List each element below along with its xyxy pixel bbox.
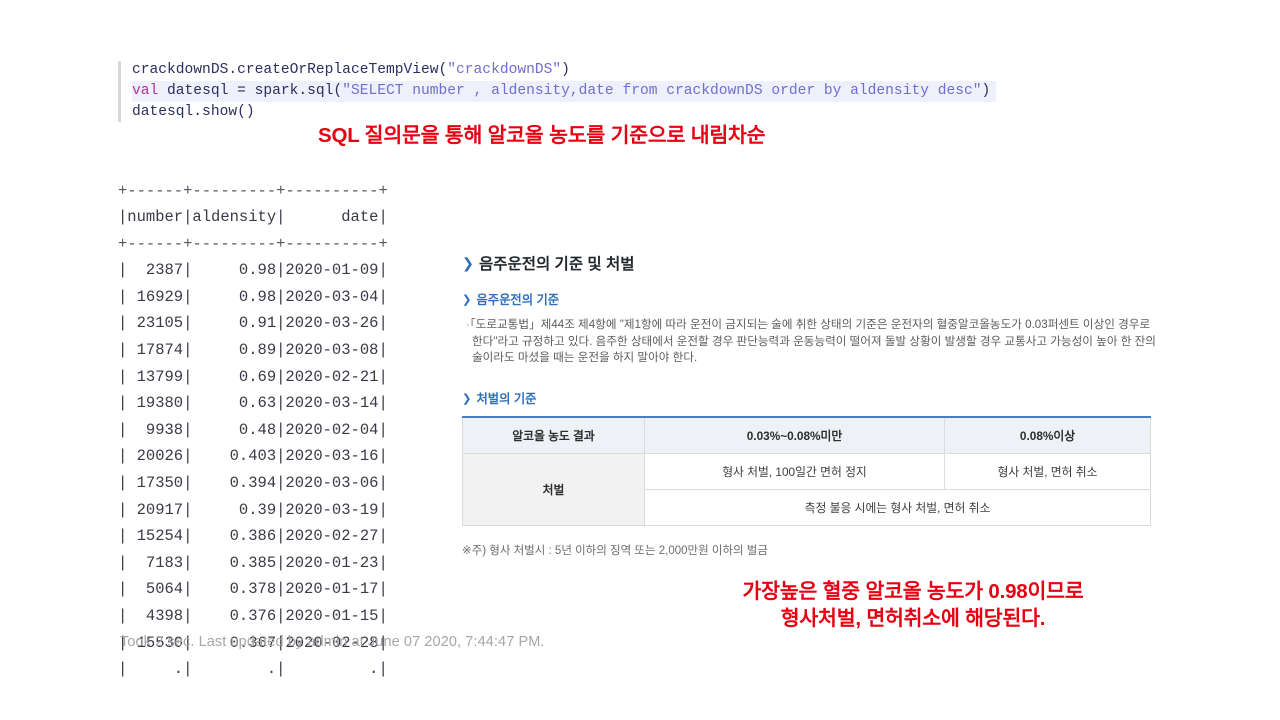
table-cell-penalty-high: 형사 처벌, 면허 취소 — [944, 452, 1151, 490]
query-result-ascii-table: +------+---------+----------+ |number|al… — [118, 178, 388, 683]
execution-status-text: Took 2 sec. Last updated by admin at Jun… — [120, 634, 545, 650]
reference-paragraph: ·「도로교통법」제44조 제4항에 "제1항에 따라 운전이 금지되는 술에 취… — [462, 317, 1156, 367]
reference-paragraph-text: 「도로교통법」제44조 제4항에 "제1항에 따라 운전이 금지되는 술에 취한… — [469, 318, 1156, 365]
ascii-data-row-10: | 15254| 0.386|2020-02-27| — [118, 527, 388, 546]
annotation-bottom: 가장높은 혈중 알코올 농도가 0.98이므로 형사처벌, 면허취소에 해당된다… — [678, 578, 1148, 632]
reference-sub-heading-penalty-label: 처벌의 기준 — [476, 391, 537, 406]
ascii-data-row-5: | 19380| 0.63|2020-03-14| — [118, 394, 388, 413]
ascii-data-row-2: | 23105| 0.91|2020-03-26| — [118, 314, 388, 333]
code-token-string: "crackdownDS" — [447, 62, 562, 78]
ascii-data-row-9: | 20917| 0.39|2020-03-19| — [118, 500, 388, 519]
ascii-header-row: |number|aldensity| date| — [118, 208, 388, 227]
ascii-data-row-4: | 13799| 0.69|2020-02-21| — [118, 367, 388, 386]
table-row: 처벌 형사 처벌, 100일간 면허 정지 형사 처벌, 면허 취소 — [462, 452, 1151, 526]
ascii-data-row-15: | .| .| .| — [118, 660, 388, 679]
ascii-data-row-6: | 9938| 0.48|2020-02-04| — [118, 420, 388, 439]
penalty-criteria-table: 알코올 농도 결과 0.03%~0.08%미만 0.08%이상 처벌 형사 처벌… — [462, 415, 1151, 526]
table-header-cell-2: 0.08%이상 — [944, 416, 1151, 454]
reference-main-heading: ❯ 음주운전의 기준 및 처벌 — [462, 252, 1156, 274]
ascii-data-row-3: | 17874| 0.89|2020-03-08| — [118, 341, 388, 360]
reference-sub-heading-penalty: ❯ 처벌의 기준 — [462, 389, 1156, 407]
ascii-data-row-12: | 5064| 0.378|2020-01-17| — [118, 580, 388, 599]
table-header-row: 알코올 농도 결과 0.03%~0.08%미만 0.08%이상 — [462, 416, 1151, 454]
arrow-right-icon: ❯ — [462, 392, 472, 405]
reference-sub-heading-criteria: ❯ 음주운전의 기준 — [462, 290, 1156, 308]
ascii-data-row-7: | 20026| 0.403|2020-03-16| — [118, 447, 388, 466]
ascii-data-row-8: | 17350| 0.394|2020-03-06| — [118, 474, 388, 493]
code-block[interactable]: crackdownDS.createOrReplaceTempView("cra… — [118, 60, 997, 123]
code-token-plain: datesql.show() — [132, 104, 255, 120]
reference-sub-heading-criteria-label: 음주운전의 기준 — [476, 293, 560, 307]
annotation-top: SQL 질의문을 통해 알코올 농도를 기준으로 내림차순 — [318, 124, 766, 147]
table-header-cell-1: 0.03%~0.08%미만 — [644, 416, 945, 454]
table-header-cell-0: 알코올 농도 결과 — [462, 416, 645, 454]
table-cell-penalty-mid: 형사 처벌, 100일간 면허 정지 — [644, 452, 945, 490]
ascii-data-row-1: | 16929| 0.98|2020-03-04| — [118, 287, 388, 306]
code-token-string: "SELECT number , aldensity,date from cra… — [342, 83, 982, 99]
annotation-bottom-line-2: 형사처벌, 면허취소에 해당된다. — [780, 607, 1046, 630]
code-line-0: crackdownDS.createOrReplaceTempView("cra… — [132, 60, 658, 81]
code-token-plain: ) — [981, 83, 991, 99]
table-row-label-penalty: 처벌 — [462, 452, 645, 526]
arrow-right-icon: ❯ — [462, 256, 474, 272]
code-token-plain: datesql = spark.sql( — [158, 83, 343, 99]
arrow-right-icon: ❯ — [462, 294, 472, 306]
notebook-panel: crackdownDS.createOrReplaceTempView("cra… — [118, 60, 997, 123]
reference-main-heading-label: 음주운전의 기준 및 처벌 — [478, 256, 635, 273]
code-token-keyword: val — [132, 83, 159, 99]
code-token-plain: ) — [561, 62, 570, 78]
ascii-data-row-13: | 4398| 0.376|2020-01-15| — [118, 607, 388, 625]
code-token-plain: crackdownDS.createOrReplaceTempView( — [132, 62, 448, 78]
ascii-data-row-0: | 2387| 0.98|2020-01-09| — [118, 261, 388, 280]
reference-footnote: ※주) 형사 처벌시 : 5년 이하의 징역 또는 2,000만원 이하의 벌금 — [462, 544, 768, 557]
reference-document-panel: ❯ 음주운전의 기준 및 처벌 ❯ 음주운전의 기준 ·「도로교통법」제44조 제4… — [462, 252, 1156, 558]
table-cell-refusal-penalty: 측정 불응 시에는 형사 처벌, 면허 취소 — [644, 488, 1151, 526]
code-line-1: val datesql = spark.sql("SELECT number ,… — [132, 81, 997, 102]
ascii-rule-top: +------+---------+----------+ — [118, 181, 388, 200]
ascii-data-row-11: | 7183| 0.385|2020-01-23| — [118, 553, 388, 572]
annotation-bottom-line-1: 가장높은 혈중 알코올 농도가 0.98이므로 — [742, 580, 1084, 603]
ascii-rule-mid: +------+---------+----------+ — [118, 234, 388, 253]
